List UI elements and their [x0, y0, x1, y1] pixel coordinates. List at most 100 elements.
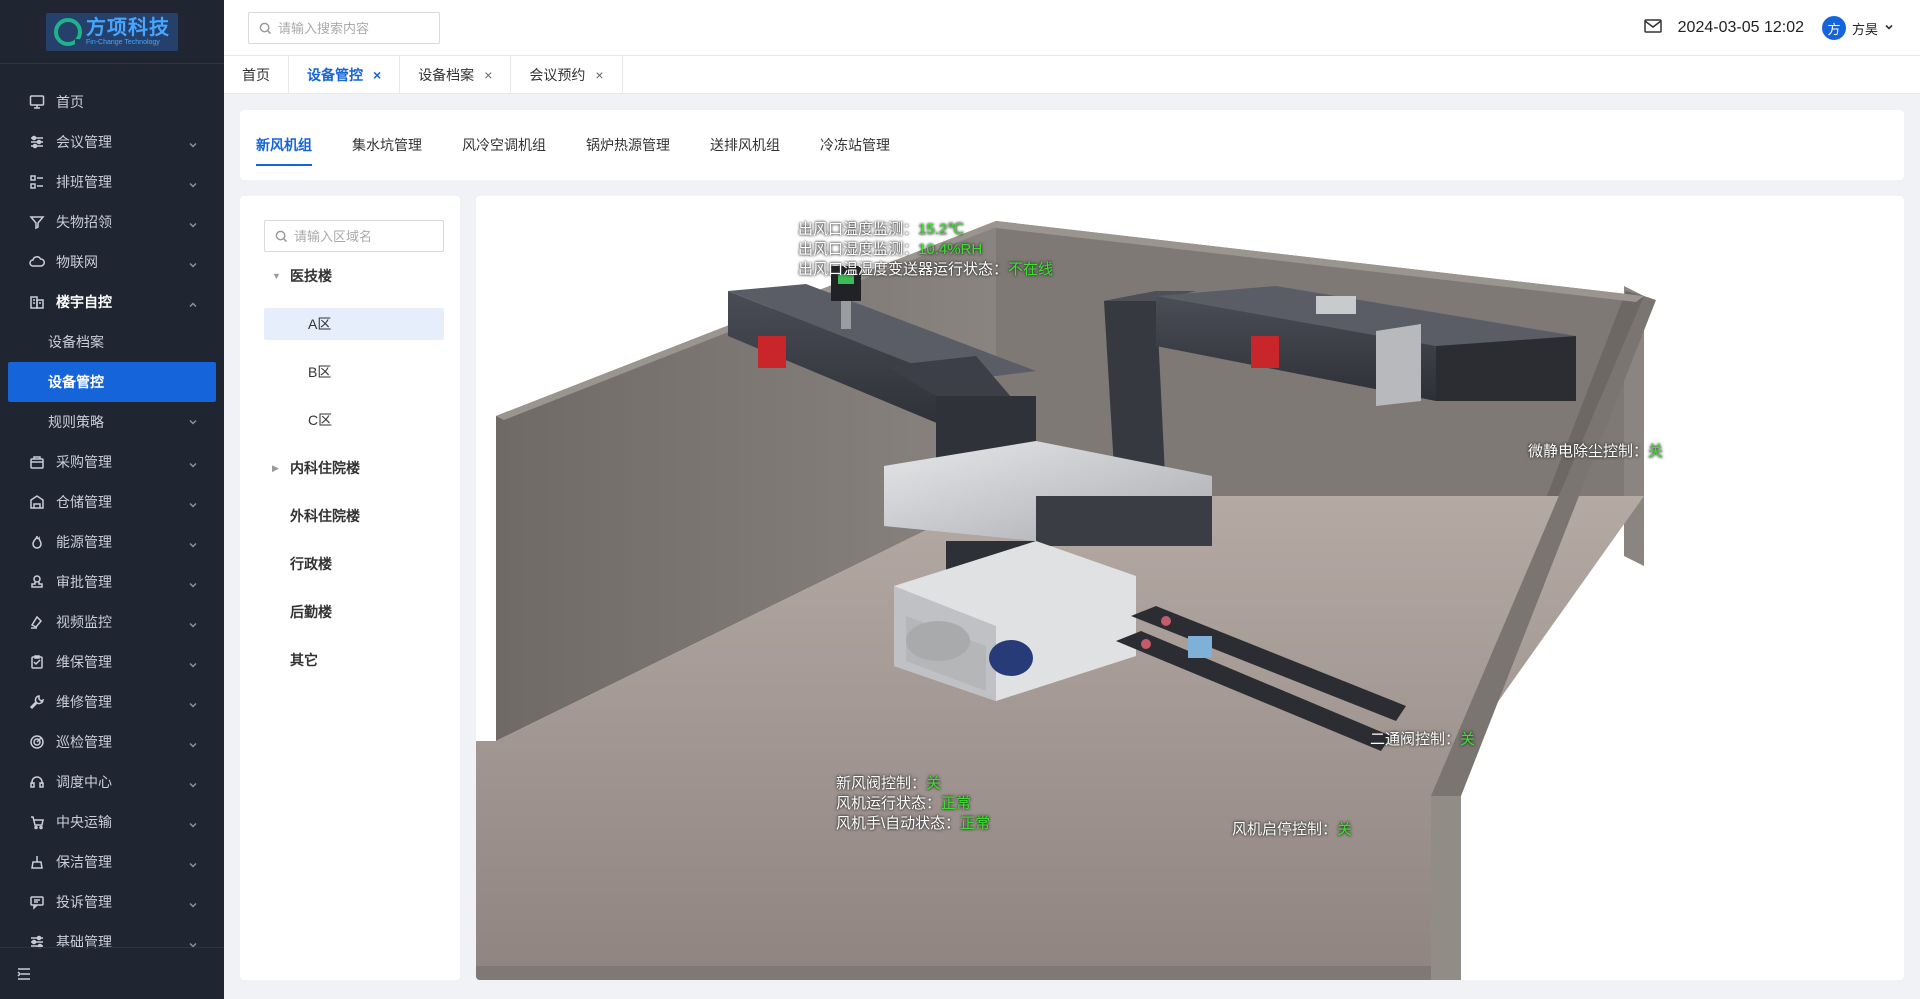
caret-down-icon[interactable]: ▼ [272, 271, 286, 281]
user-name[interactable]: 方昊 [1852, 19, 1878, 38]
sidebar-item-16[interactable]: 保洁管理 [0, 842, 224, 882]
collapse-sidebar-button[interactable] [0, 947, 224, 999]
chevron-down-icon [188, 737, 198, 748]
chat-icon [28, 893, 46, 911]
sidebar-item-12[interactable]: 维修管理 [0, 682, 224, 722]
sidebar-item-0[interactable]: 首页 [0, 82, 224, 122]
sidebar-item-2[interactable]: 排班管理 [0, 162, 224, 202]
sidebar-item-label: 首页 [56, 94, 84, 110]
chevron-down-icon [188, 414, 198, 430]
global-search-input[interactable] [278, 20, 428, 36]
tree-node-1[interactable]: ▶ 内科住院楼 [264, 452, 444, 484]
tree-node-4[interactable]: 后勤楼 [264, 596, 444, 628]
fan-start-stop-label[interactable]: 风机启停控制：关 [1232, 820, 1352, 840]
camera-icon [28, 613, 46, 631]
sidebar-item-5[interactable]: 楼宇自控 [0, 282, 224, 322]
page-tab-label: 设备档案 [418, 67, 475, 83]
sensor-status-value: 不在线 [1008, 261, 1054, 278]
outlet-humidity-label: 出风口湿度监测：10.4%RH [798, 241, 983, 258]
sidebar-item-14[interactable]: 调度中心 [0, 762, 224, 802]
page-tab-bar: 首页 设备管控 × 设备档案 × 会议预约 × [224, 56, 1920, 94]
dust-control-label[interactable]: 微静电除尘控制：关 [1528, 442, 1663, 462]
area-search[interactable] [264, 220, 444, 252]
page-tab-3[interactable]: 会议预约 × [511, 56, 623, 94]
fan-mode-status-label: 风机手\自动状态：正常 [836, 815, 991, 832]
chevron-down-icon [188, 457, 198, 468]
page-tab-label: 设备管控 [307, 67, 363, 83]
two-way-valve [1188, 636, 1212, 658]
tree-node-2[interactable]: 外科住院楼 [264, 500, 444, 532]
close-icon[interactable]: × [373, 67, 381, 83]
sidebar-subitem-2[interactable]: 规则策略 [0, 402, 224, 442]
tree-node-label: 其它 [290, 652, 318, 668]
device-tab-5[interactable]: 冷冻站管理 [820, 110, 890, 180]
mail-icon[interactable] [1643, 18, 1678, 38]
device-tab-3[interactable]: 锅炉热源管理 [586, 110, 670, 180]
page-tab-0[interactable]: 首页 [224, 56, 289, 94]
sidebar-item-label: 会议管理 [56, 134, 112, 150]
chevron-down-icon [188, 537, 198, 548]
sidebar-subitem-1[interactable]: 设备管控 [8, 362, 216, 402]
tree-child-node-1[interactable]: B区 [264, 356, 444, 388]
outlet-humidity-value: 10.4%RH [918, 241, 983, 258]
sidebar-item-7[interactable]: 仓储管理 [0, 482, 224, 522]
search-icon [259, 22, 272, 34]
warehouse-icon [28, 493, 46, 511]
sidebar-item-6[interactable]: 采购管理 [0, 442, 224, 482]
chevron-down-icon [188, 777, 198, 788]
sliders-icon [28, 133, 46, 151]
device-category-tabs: 新风机组 集水坑管理 风冷空调机组 锅炉热源管理 送排风机组 冷冻站管理 [240, 110, 1904, 180]
user-avatar[interactable]: 方 [1821, 16, 1846, 40]
sidebar-item-label: 投诉管理 [56, 894, 112, 910]
tree-node-0[interactable]: ▼ 医技楼 [264, 260, 444, 292]
sidebar-item-4[interactable]: 物联网 [0, 242, 224, 282]
close-icon[interactable]: × [484, 67, 492, 83]
sidebar-item-label: 物联网 [56, 254, 98, 270]
tree-child-node-0[interactable]: A区 [264, 308, 444, 340]
chevron-down-icon [188, 257, 198, 268]
sidebar-item-9[interactable]: 审批管理 [0, 562, 224, 602]
sidebar-item-label: 视频监控 [56, 614, 112, 630]
sidebar-item-17[interactable]: 投诉管理 [0, 882, 224, 922]
page-tab-2[interactable]: 设备档案 × [400, 56, 512, 94]
two-way-valve-label[interactable]: 二通阀控制：关 [1370, 730, 1475, 750]
fresh-air-valve-label[interactable]: 新风阀控制：关 [836, 774, 941, 794]
page-tab-label: 会议预约 [529, 67, 586, 83]
area-tree-panel: ▼ 医技楼 A区 B区 C区 ▶ 内科住院楼外科住院楼行政楼后勤楼其它 [240, 196, 460, 980]
device-tab-4[interactable]: 送排风机组 [710, 110, 780, 180]
caret-right-icon[interactable]: ▶ [272, 463, 286, 474]
monitor-icon [28, 93, 46, 111]
area-tree: ▼ 医技楼 A区 B区 C区 ▶ 内科住院楼外科住院楼行政楼后勤楼其它 [264, 260, 444, 676]
clipboard-icon [28, 653, 46, 671]
current-datetime: 2024-03-05 12:02 [1677, 19, 1804, 36]
chevron-down-icon [188, 177, 198, 188]
sidebar-subitem-0[interactable]: 设备档案 [0, 322, 224, 362]
sidebar-item-10[interactable]: 视频监控 [0, 602, 224, 642]
device-tab-0[interactable]: 新风机组 [256, 110, 312, 180]
tree-node-5[interactable]: 其它 [264, 644, 444, 676]
user-menu-chevron-down-icon[interactable] [1884, 19, 1894, 37]
sidebar-item-15[interactable]: 中央运输 [0, 802, 224, 842]
tree-node-3[interactable]: 行政楼 [264, 548, 444, 580]
sidebar-item-label: 采购管理 [56, 454, 112, 470]
sensor-status-label: 出风口温湿度变送器运行状态：不在线 [798, 261, 1054, 278]
device-tab-1[interactable]: 集水坑管理 [352, 110, 422, 180]
sidebar-item-11[interactable]: 维保管理 [0, 642, 224, 682]
tree-child-node-2[interactable]: C区 [264, 404, 444, 436]
page-tab-1[interactable]: 设备管控 × [289, 56, 401, 94]
sidebar-item-8[interactable]: 能源管理 [0, 522, 224, 562]
sidebar-item-3[interactable]: 失物招领 [0, 202, 224, 242]
sidebar-item-1[interactable]: 会议管理 [0, 122, 224, 162]
sidebar-item-label: 中央运输 [56, 814, 112, 830]
global-search[interactable] [248, 12, 440, 44]
area-search-input[interactable] [294, 228, 434, 244]
brand-subtitle: Fin-Change Technology [86, 38, 160, 46]
chevron-down-icon [188, 697, 198, 708]
close-icon[interactable]: × [595, 67, 603, 83]
tree-node-label: 外科住院楼 [290, 508, 360, 524]
device-tab-2[interactable]: 风冷空调机组 [462, 110, 546, 180]
wrench-icon [28, 693, 46, 711]
cloud-icon [28, 253, 46, 271]
sidebar-item-13[interactable]: 巡检管理 [0, 722, 224, 762]
fan-motor [989, 640, 1033, 676]
